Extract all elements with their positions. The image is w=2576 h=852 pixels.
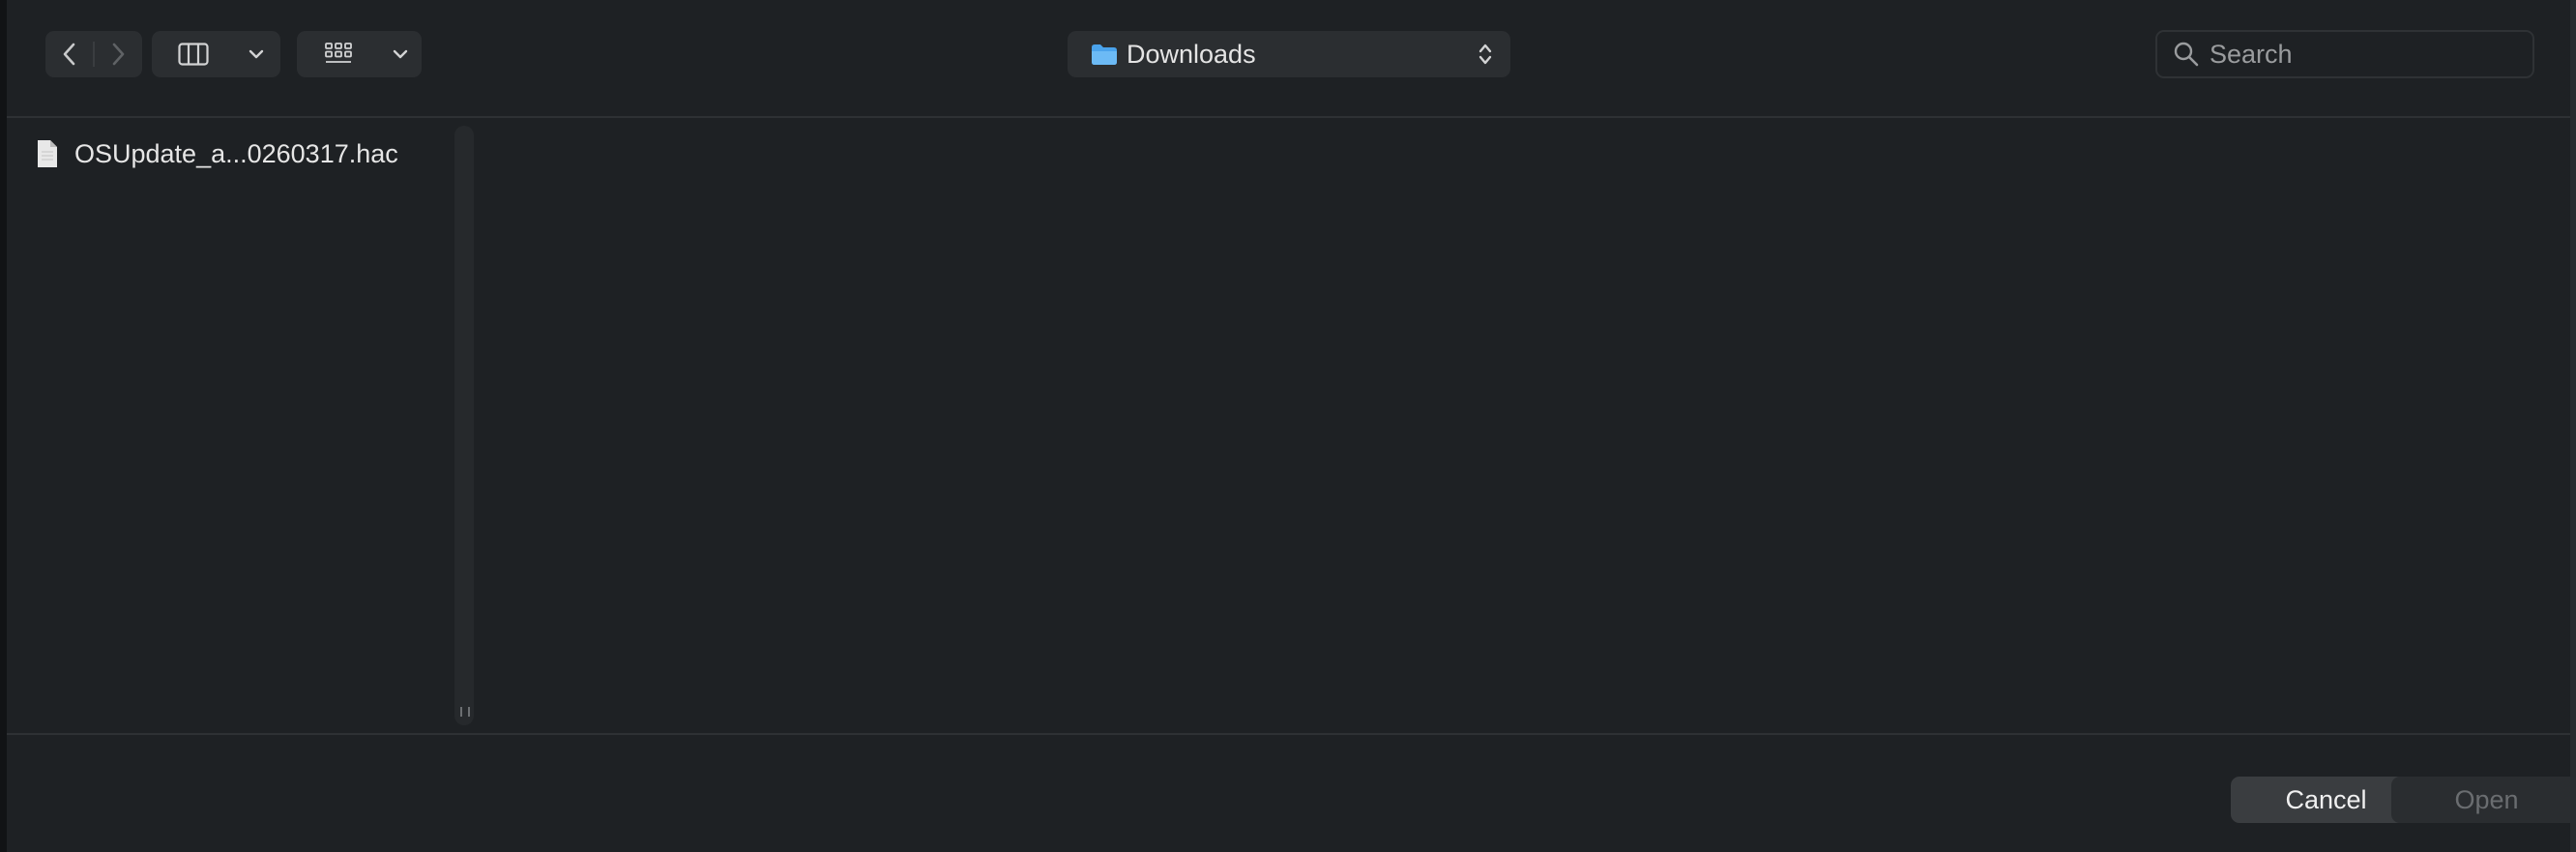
- search-field[interactable]: [2155, 30, 2534, 78]
- open-file-dialog: Downloads Search OSUpdate_a...0260317.ha…: [0, 0, 2576, 852]
- view-mode-control[interactable]: [152, 31, 280, 77]
- chevron-right-icon: [113, 43, 125, 66]
- back-button[interactable]: [45, 31, 93, 77]
- window-left-edge: [0, 0, 7, 852]
- file-name: OSUpdate_a...0260317.hac: [74, 138, 398, 168]
- search-input[interactable]: [2208, 38, 2521, 71]
- browser-column: OSUpdate_a...0260317.hac: [7, 118, 476, 733]
- list-item[interactable]: OSUpdate_a...0260317.hac: [36, 134, 398, 173]
- toolbar: Downloads: [7, 0, 2570, 118]
- location-label: Downloads: [1127, 39, 1256, 69]
- column-scrollbar[interactable]: [454, 126, 474, 725]
- document-icon: [36, 138, 61, 169]
- up-down-chevron-icon: [1478, 44, 1492, 65]
- search-icon: [2173, 40, 2202, 69]
- window-right-edge: [2570, 0, 2576, 852]
- group-button[interactable]: [297, 31, 379, 77]
- folder-icon: [1090, 42, 1119, 67]
- forward-button[interactable]: [95, 31, 142, 77]
- open-button[interactable]: Open: [2391, 777, 2576, 823]
- dialog-footer: Cancel Open: [7, 733, 2576, 852]
- group-control[interactable]: [297, 31, 422, 77]
- navigation-control: [45, 31, 142, 77]
- column-resize-handle[interactable]: [460, 707, 470, 720]
- chevron-left-icon: [63, 43, 74, 66]
- view-mode-menu-button[interactable]: [235, 31, 278, 77]
- location-popup[interactable]: Downloads: [1068, 31, 1510, 77]
- file-browser: OSUpdate_a...0260317.hac: [7, 118, 2570, 733]
- group-menu-button[interactable]: [379, 31, 422, 77]
- grid-group-icon: [324, 43, 352, 63]
- column-view-icon: [178, 43, 209, 66]
- chevron-down-icon: [393, 49, 408, 59]
- column-view-button[interactable]: [152, 31, 235, 77]
- chevron-down-icon: [249, 49, 264, 59]
